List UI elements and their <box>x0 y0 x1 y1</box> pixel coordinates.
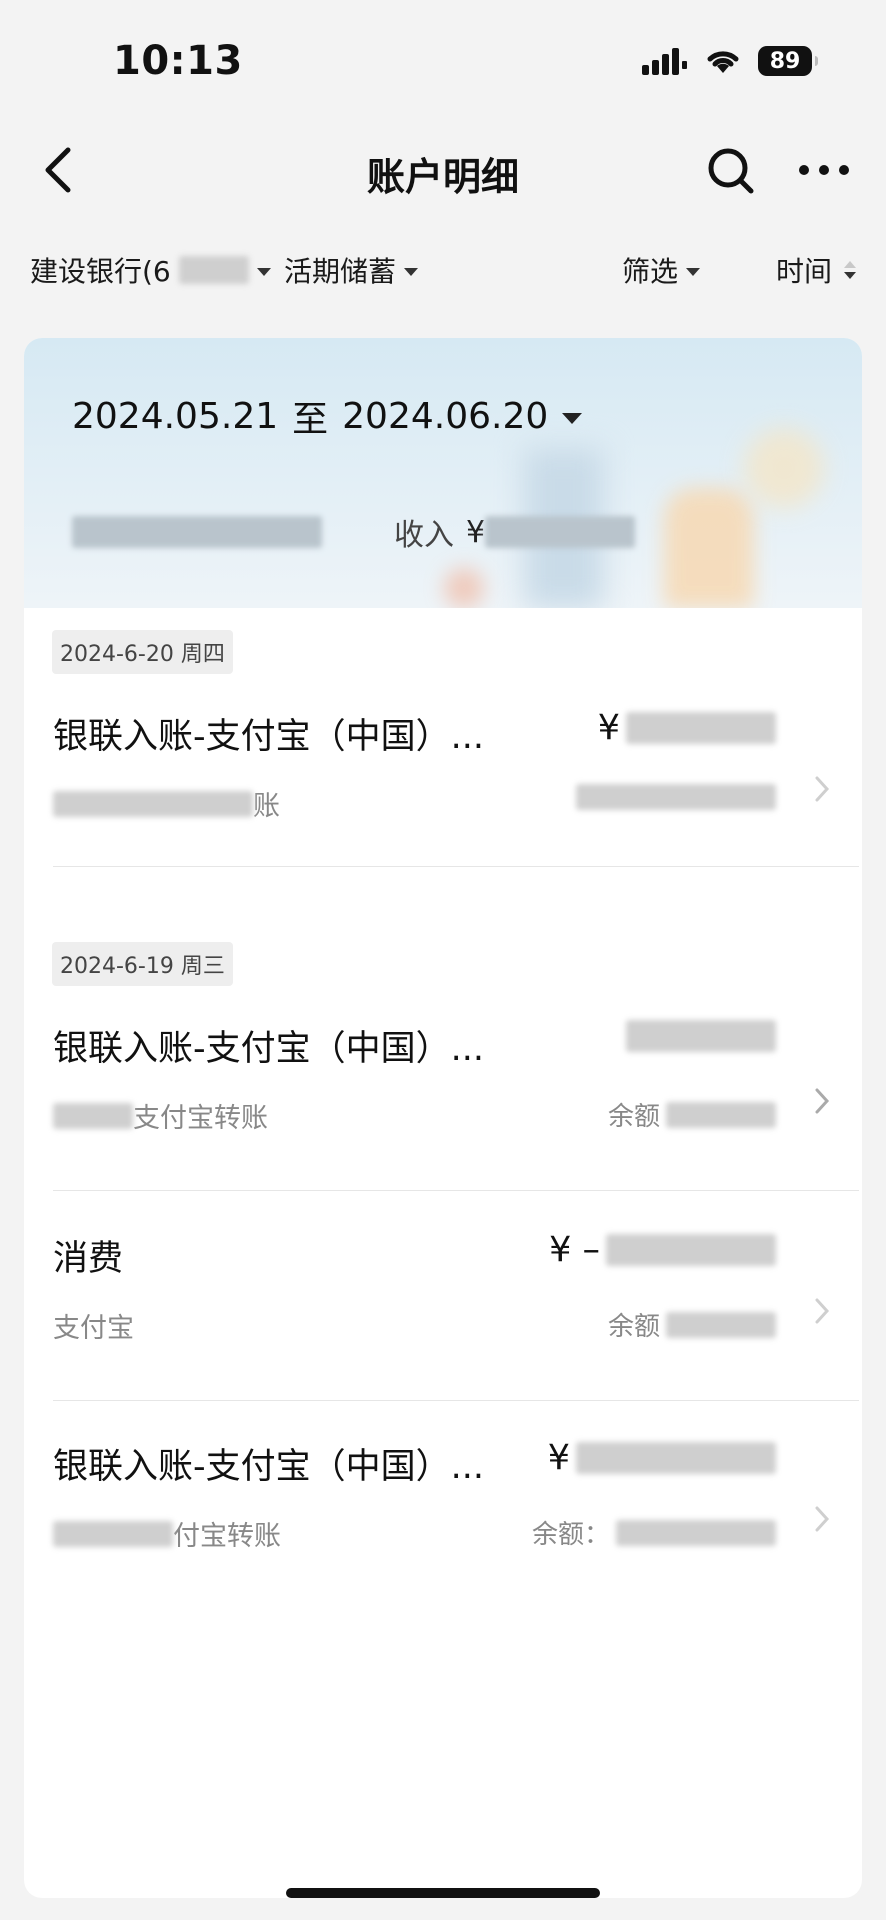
transaction-balance: 余额 <box>608 1306 776 1343</box>
account-selector[interactable]: 建设银行(6 <box>30 250 271 290</box>
transaction-subtitle: 支付宝转账 <box>53 1096 268 1135</box>
chevron-right-icon <box>815 1506 830 1532</box>
masked-balance <box>616 1519 776 1546</box>
filter-bar: 建设银行(6 活期储蓄 筛选 时间 <box>0 240 886 300</box>
transaction-balance: 余额： <box>532 1514 776 1551</box>
date-range-selector[interactable]: 2024.05.21 至 2024.06.20 <box>72 390 583 442</box>
masked-income-total <box>485 516 636 548</box>
date-tag: 2024-6-20 周四 <box>52 630 233 674</box>
account-type-selector[interactable]: 活期储蓄 <box>284 250 419 290</box>
masked-amount <box>626 1020 776 1052</box>
transaction-subtitle: 付宝转账 <box>53 1514 281 1553</box>
filter-label: 筛选 <box>622 255 679 288</box>
account-label: 建设银行(6 <box>30 255 171 288</box>
masked-text <box>53 790 253 817</box>
transaction-subtitle-text: 付宝转账 <box>173 1521 281 1552</box>
more-button[interactable] <box>798 156 850 184</box>
masked-expense-total <box>72 516 322 548</box>
divider <box>53 866 859 867</box>
amount-currency: ¥ <box>547 1438 570 1478</box>
summary-row: 收入 ¥ <box>72 510 636 554</box>
balance-label: 余额： <box>531 1520 610 1550</box>
search-icon <box>708 148 754 194</box>
transaction-row[interactable]: 银联入账-支付宝（中国）... ¥ 付宝转账 余额： <box>24 1438 862 1588</box>
transaction-subtitle-text: 支付宝 <box>53 1313 134 1344</box>
chevron-right-icon <box>815 1298 830 1324</box>
date-separator: 至 <box>292 399 329 440</box>
header-decoration <box>444 568 484 608</box>
sort-label: 时间 <box>776 255 833 288</box>
amount-currency: ¥ <box>597 708 620 748</box>
summary-header: 2024.05.21 至 2024.06.20 收入 ¥ <box>24 338 862 608</box>
more-dots-icon <box>799 165 849 175</box>
battery-icon: 89 <box>758 46 818 76</box>
masked-text <box>53 1102 133 1129</box>
transactions-card: 2024.05.21 至 2024.06.20 收入 ¥ 2024-6-20 周… <box>24 338 862 1898</box>
masked-account-number <box>178 256 249 284</box>
chevron-right-icon <box>815 1088 830 1114</box>
transaction-amount: ¥ <box>548 1438 776 1478</box>
chevron-right-icon <box>815 776 830 802</box>
amount-currency: ¥ – <box>549 1230 600 1270</box>
transaction-title: 银联入账-支付宝（中国）... <box>53 1447 485 1487</box>
nav-bar: 账户明细 <box>0 120 886 220</box>
search-button[interactable] <box>706 146 756 196</box>
masked-amount <box>626 712 776 744</box>
transaction-amount: ¥ – <box>549 1230 776 1270</box>
sort-icon <box>844 261 857 279</box>
divider <box>53 1190 859 1191</box>
status-bar: 10:13 89 <box>0 0 886 120</box>
transaction-title: 银联入账-支付宝（中国）... <box>53 717 485 757</box>
transaction-title: 银联入账-支付宝（中国）... <box>53 1029 485 1069</box>
income-label: 收入 <box>394 518 454 553</box>
date-group-header: 2024-6-19 周三 <box>52 942 233 986</box>
caret-down-icon <box>256 268 271 276</box>
masked-text <box>53 1520 173 1547</box>
masked-amount <box>606 1234 776 1266</box>
balance-label: 余额 <box>607 1312 660 1342</box>
date-to: 2024.06.20 <box>342 395 549 437</box>
wifi-icon <box>704 47 742 75</box>
masked-amount <box>576 1442 776 1474</box>
transaction-subtitle-text: 支付宝转账 <box>133 1103 268 1134</box>
transaction-row[interactable]: 银联入账-支付宝（中国）... 支付宝转账 余额 <box>24 1020 862 1170</box>
transaction-row[interactable]: 消费 ¥ – 支付宝 余额 <box>24 1230 862 1380</box>
masked-balance <box>666 1101 776 1128</box>
masked-balance <box>666 1311 776 1338</box>
masked-balance <box>576 784 776 810</box>
header-decoration <box>744 428 824 508</box>
caret-down-icon <box>404 268 419 276</box>
divider <box>53 1400 859 1401</box>
status-time: 10:13 <box>113 38 243 84</box>
filter-button[interactable]: 筛选 <box>622 250 701 290</box>
transaction-amount <box>626 1020 776 1052</box>
caret-down-icon <box>562 412 583 424</box>
transaction-subtitle: 账 <box>53 784 280 823</box>
header-decoration <box>664 488 754 608</box>
transaction-subtitle-text: 账 <box>253 791 280 822</box>
home-indicator[interactable] <box>286 1888 600 1898</box>
cellular-signal-icon <box>642 47 688 75</box>
transaction-amount: ¥ <box>598 708 776 748</box>
transaction-subtitle: 支付宝 <box>53 1306 134 1345</box>
caret-down-icon <box>686 268 701 276</box>
transaction-row[interactable]: 银联入账-支付宝（中国）... ¥ 账 <box>24 708 862 858</box>
account-type-label: 活期储蓄 <box>284 255 397 288</box>
status-icons: 89 <box>642 46 818 76</box>
transaction-title: 消费 <box>53 1239 124 1279</box>
date-tag: 2024-6-19 周三 <box>52 942 233 986</box>
date-group-header: 2024-6-20 周四 <box>52 630 233 674</box>
transaction-balance <box>576 784 776 810</box>
date-from: 2024.05.21 <box>72 395 279 437</box>
transaction-balance: 余额 <box>608 1096 776 1133</box>
balance-label: 余额 <box>607 1102 660 1132</box>
income-currency: ¥ <box>466 514 486 550</box>
sort-time-button[interactable]: 时间 <box>776 250 857 290</box>
